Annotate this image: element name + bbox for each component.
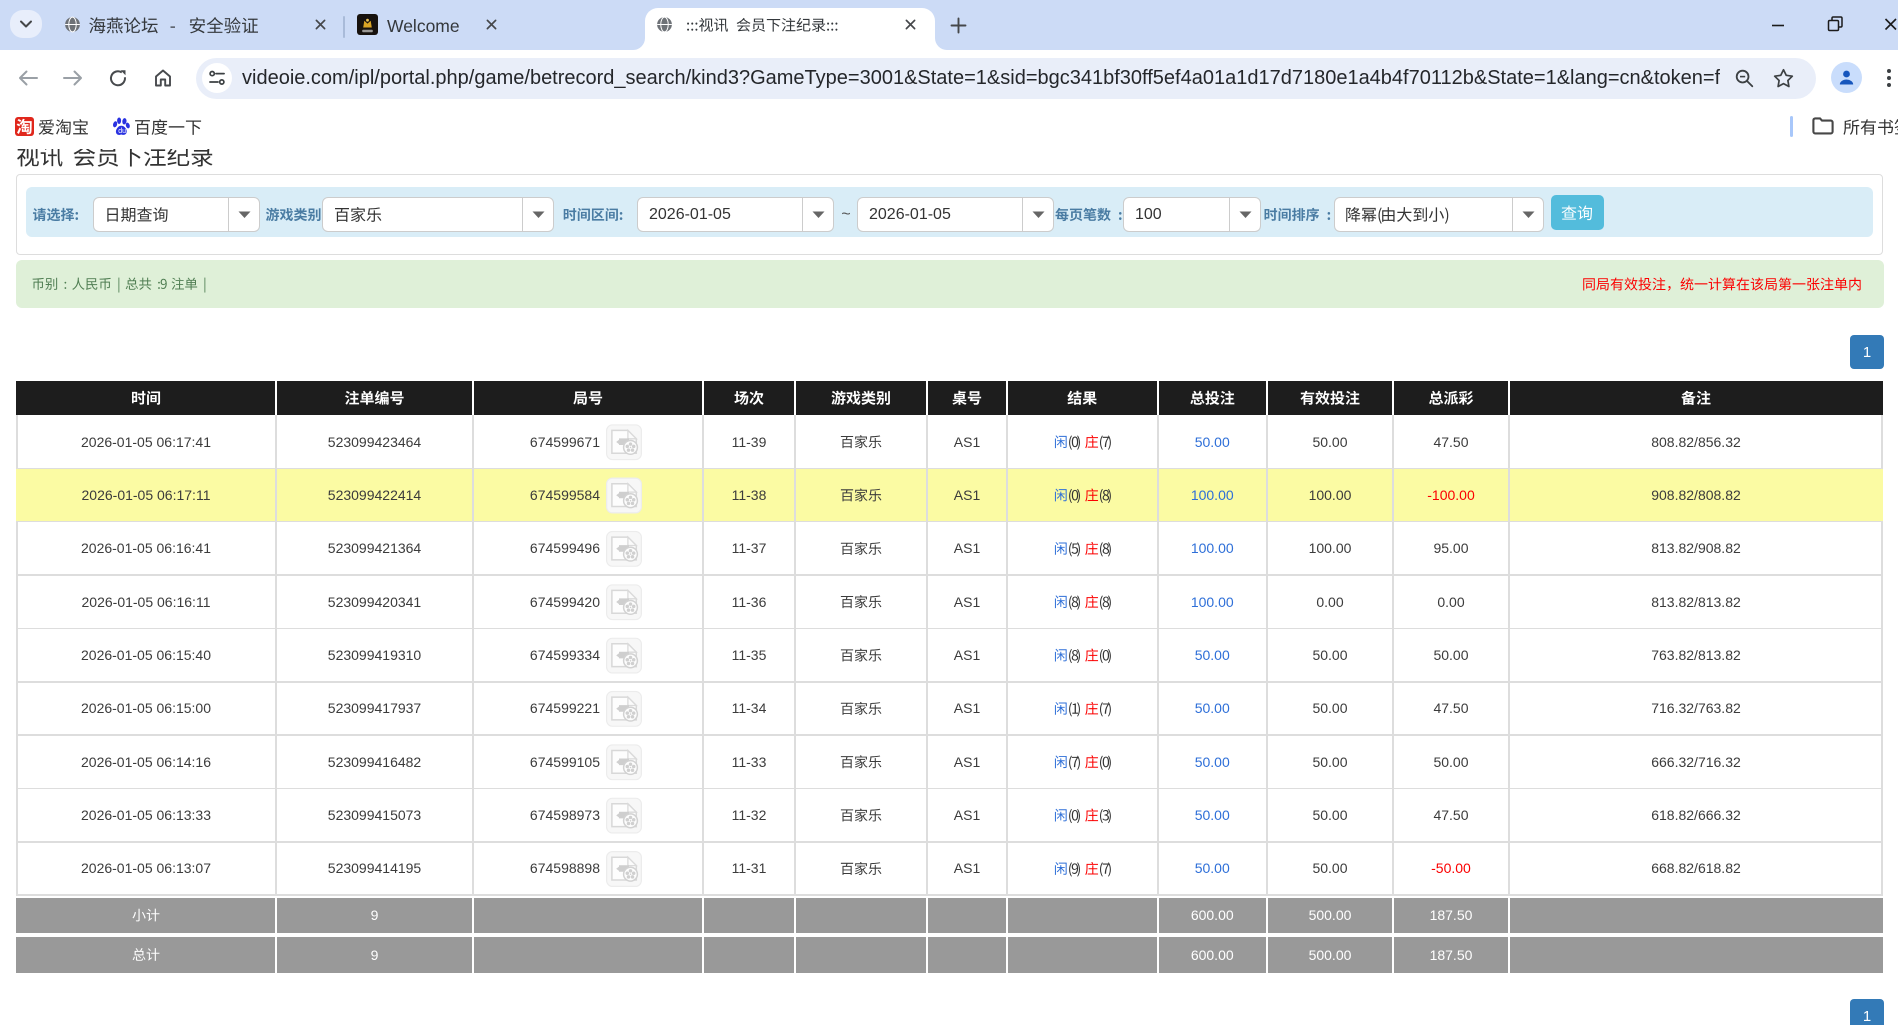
svg-text:du: du <box>118 128 126 135</box>
